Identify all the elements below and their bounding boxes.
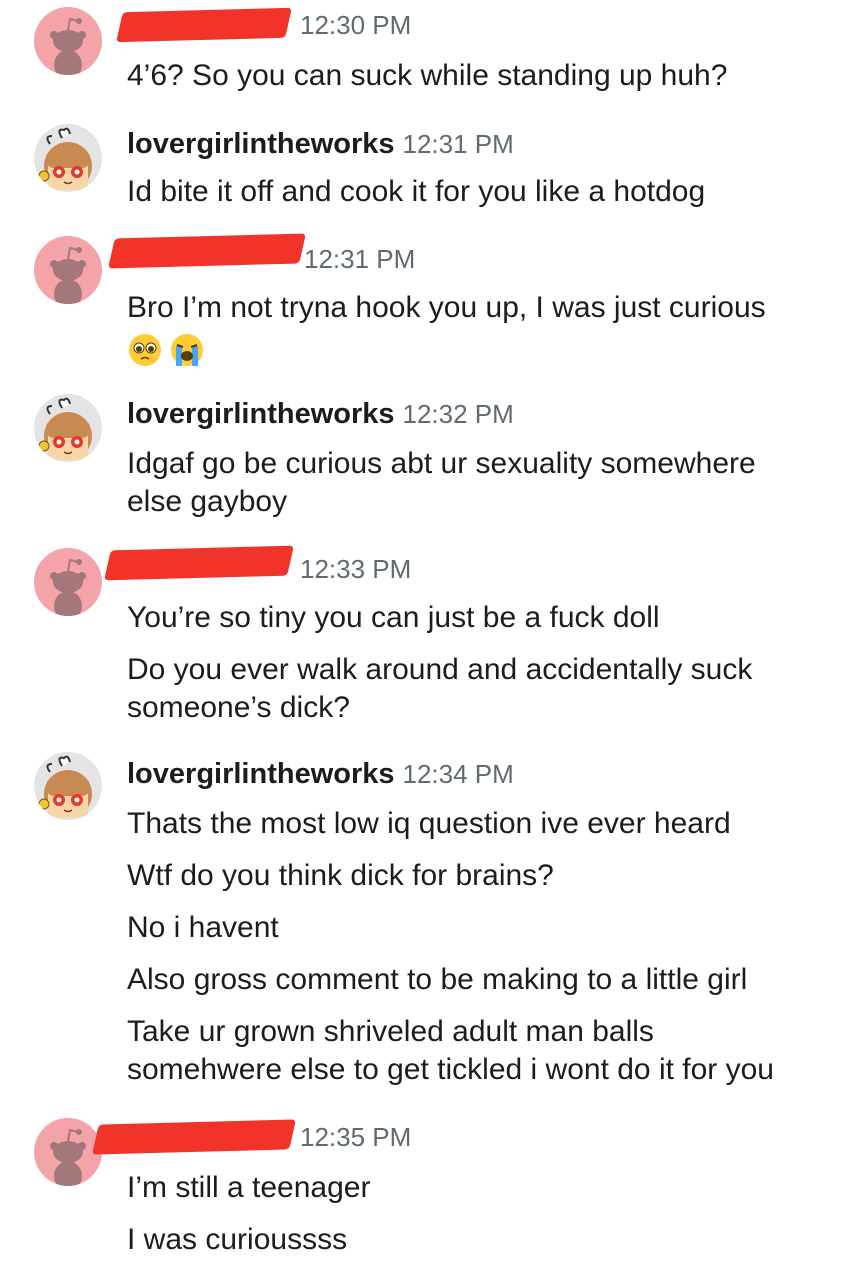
message-text: Id bite it off and cook it for you like … [127,175,706,208]
message-header: 12:31 PM [296,244,415,284]
snoo-avatar[interactable] [34,236,102,304]
message-text: Also gross comment to be making to a lit… [127,963,748,996]
message-text: Thats the most low iq question ive ever … [127,807,731,840]
message-header: lovergirlintheworks 12:32 PM [127,398,514,438]
message-timestamp: 12:31 PM [304,244,416,274]
message-header: lovergirlintheworks 12:34 PM [127,758,514,798]
user-avatar[interactable] [34,394,102,462]
redaction-mark [104,545,294,581]
redaction-mark [116,7,292,43]
message-text: I’m still a teenager [127,1171,371,1204]
loudly-crying-face-emoji [169,332,205,368]
message-text: else gayboy [127,485,288,518]
message-text: I was curioussss [127,1223,348,1256]
message-timestamp: 12:32 PM [402,399,514,429]
redaction-mark [92,1119,296,1155]
snoo-avatar[interactable] [34,548,102,616]
emoji-row [127,332,205,368]
message-text: someone’s dick? [127,691,350,724]
message-header: lovergirlintheworks 12:31 PM [127,128,514,168]
message-text: Idgaf go be curious abt ur sexuality som… [127,447,756,480]
message-text: Bro I’m not tryna hook you up, I was jus… [127,291,766,324]
message-text: 4’6? So you can suck while standing up h… [127,59,728,92]
user-avatar[interactable] [34,124,102,192]
chat-transcript: 12:30 PM 4’6? So you can suck while stan… [0,0,864,1267]
message-timestamp: 12:35 PM [300,1122,412,1152]
message-timestamp: 12:30 PM [300,10,412,40]
message-text: Wtf do you think dick for brains? [127,859,554,892]
message-text: You’re so tiny you can just be a fuck do… [127,601,660,634]
message-text: Take ur grown shriveled adult man balls [127,1015,654,1048]
redaction-mark [108,233,306,269]
message-text: somehwere else to get tickled i wont do … [127,1053,774,1086]
message-text: No i havent [127,911,279,944]
message-timestamp: 12:33 PM [300,554,412,584]
message-timestamp: 12:31 PM [402,129,514,159]
pleading-face-emoji [127,332,163,368]
message-timestamp: 12:34 PM [402,759,514,789]
username[interactable]: lovergirlintheworks [127,128,395,160]
username[interactable]: lovergirlintheworks [127,398,395,430]
username[interactable]: lovergirlintheworks [127,758,395,790]
message-header: 12:30 PM [292,10,411,50]
message-header: 12:33 PM [292,554,411,594]
user-avatar[interactable] [34,752,102,820]
snoo-avatar[interactable] [34,7,102,75]
message-text: Do you ever walk around and accidentally… [127,653,753,686]
message-header: 12:35 PM [292,1122,411,1162]
